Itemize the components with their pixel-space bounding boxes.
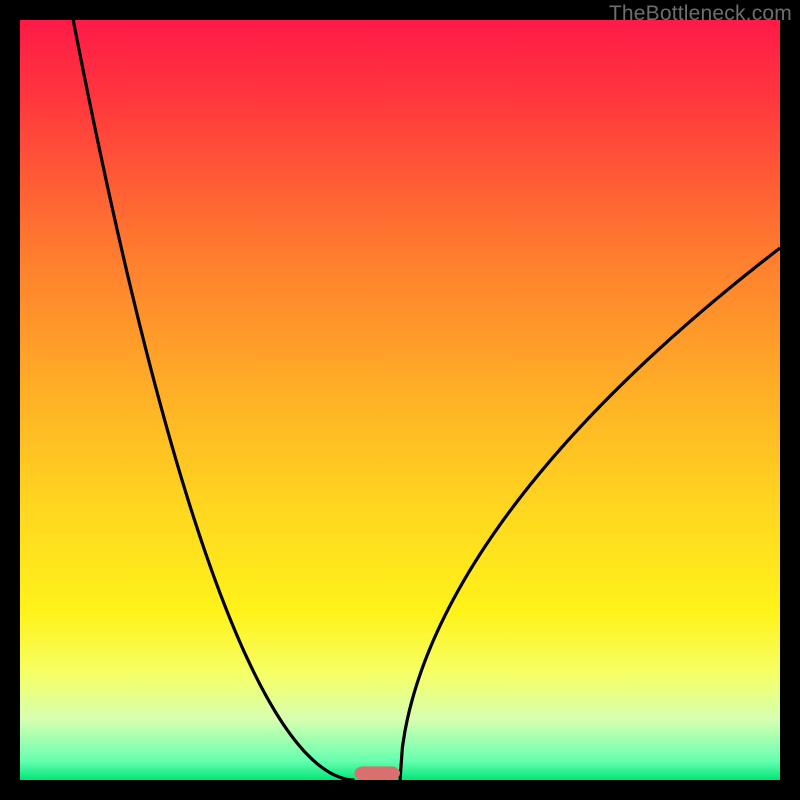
bottleneck-plot <box>20 20 780 780</box>
gradient-background <box>20 20 780 780</box>
watermark-text: TheBottleneck.com <box>609 2 792 26</box>
chart-frame <box>20 20 780 780</box>
minimum-marker <box>354 766 400 780</box>
